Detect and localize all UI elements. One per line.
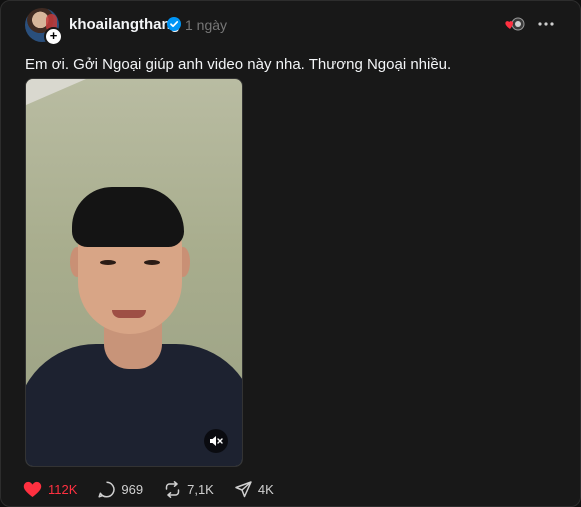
post-actions: 112K 969 7,1K 4K [23, 479, 295, 499]
username[interactable]: khoailangthang [69, 16, 180, 33]
post-video[interactable] [25, 78, 243, 467]
post-card: + khoailangthang 1 ngày Em ơi. Gởi Ngoại… [0, 0, 581, 507]
avatar-container[interactable]: + [25, 8, 63, 46]
comment-count: 969 [121, 481, 144, 497]
share-icon [235, 480, 252, 497]
follow-plus-icon[interactable]: + [44, 27, 63, 46]
reaction-heart-icon[interactable] [505, 17, 525, 31]
share-button[interactable]: 4K [235, 480, 274, 498]
post-text: Em ơi. Gởi Ngoại giúp anh video này nha.… [25, 56, 452, 73]
video-background-corner [26, 79, 86, 105]
video-subject-eye [144, 260, 160, 265]
comment-icon [98, 480, 116, 498]
heart-icon [23, 481, 42, 497]
video-subject-hair [72, 187, 184, 247]
verified-badge-icon [167, 17, 181, 31]
mute-button[interactable] [204, 429, 228, 453]
like-button[interactable]: 112K [23, 481, 77, 498]
post-timestamp[interactable]: 1 ngày [185, 17, 227, 33]
repost-icon [165, 480, 180, 498]
repost-button[interactable]: 7,1K [164, 480, 214, 498]
repost-count: 7,1K [187, 481, 214, 497]
video-subject-mouth [112, 310, 146, 318]
video-subject-eye [100, 260, 116, 265]
comment-button[interactable]: 969 [98, 480, 144, 498]
share-count: 4K [257, 481, 274, 497]
mute-icon [210, 436, 223, 446]
like-count: 112K [48, 481, 78, 497]
more-dots-icon[interactable] [537, 15, 555, 33]
